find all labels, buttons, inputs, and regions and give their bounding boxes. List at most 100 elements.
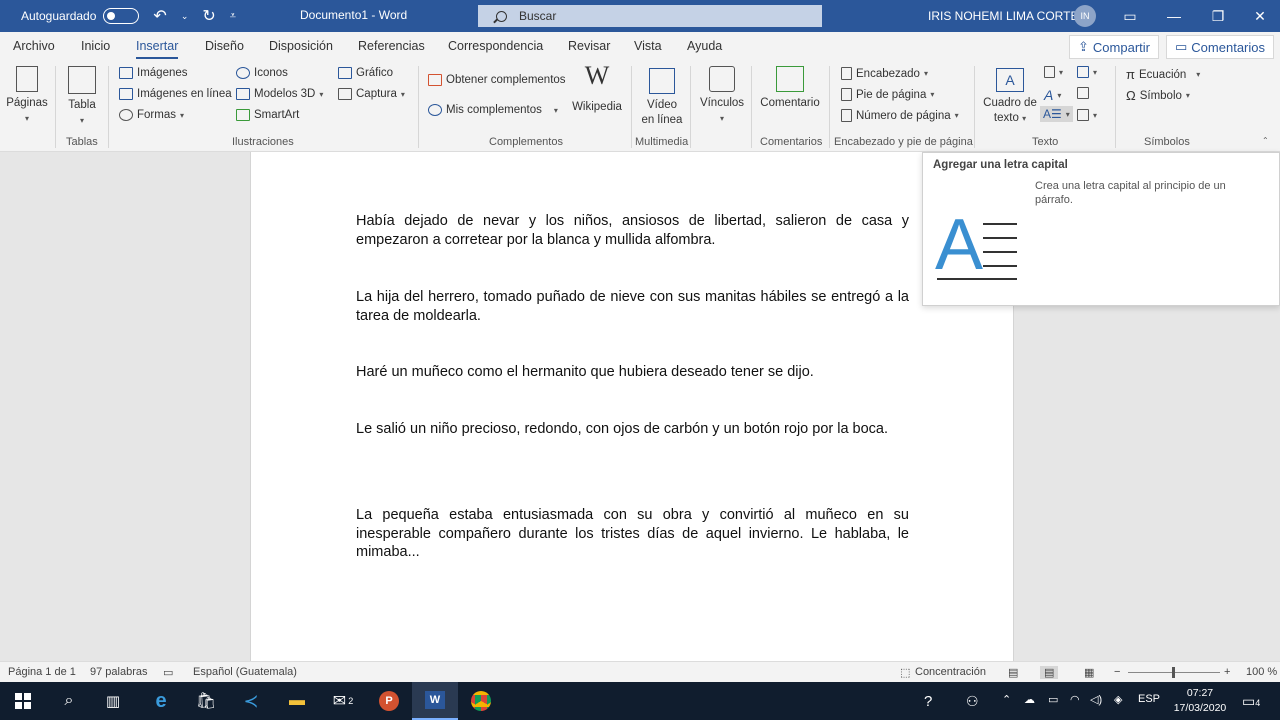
share-button[interactable]: ⇪ Compartir	[1069, 35, 1159, 59]
zoom-out-icon[interactable]: −	[1114, 666, 1120, 678]
word-count[interactable]: 97 palabras	[90, 666, 148, 678]
paragraph[interactable]: Había dejado de nevar y los niños, ansio…	[356, 212, 909, 249]
tab-ayuda[interactable]: Ayuda	[687, 39, 722, 53]
header-icon	[841, 67, 852, 80]
battery-icon[interactable]: ▭	[1048, 693, 1058, 706]
people-icon[interactable]: ⚇	[966, 693, 979, 710]
tab-diseno[interactable]: Diseño	[205, 39, 244, 53]
smartart-button[interactable]: SmartArt	[236, 109, 299, 121]
language-indicator[interactable]: Español (Guatemala)	[193, 666, 297, 678]
tab-insertar[interactable]: Insertar	[136, 39, 179, 59]
comments-button[interactable]: ▭ Comentarios	[1166, 35, 1274, 59]
input-language[interactable]: ESP	[1138, 693, 1160, 705]
autosave-toggle[interactable]: Autoguardado	[21, 8, 140, 24]
dropbox-icon[interactable]: ◈	[1114, 693, 1122, 706]
customize-qat-icon[interactable]: ⩡	[230, 10, 236, 23]
edge-icon[interactable]: e	[138, 682, 184, 720]
vscode-icon[interactable]: ≺	[228, 682, 274, 720]
online-video-button[interactable]: Vídeo en línea	[637, 68, 687, 128]
signature-icon	[1077, 66, 1089, 78]
mail-icon[interactable]: ✉ 2	[320, 682, 366, 720]
new-comment-button[interactable]: Comentario	[757, 66, 823, 111]
undo-dropdown-icon[interactable]: ⌄	[181, 11, 189, 22]
powerpoint-icon[interactable]: P	[366, 682, 412, 720]
minimize-icon[interactable]: —	[1152, 0, 1196, 32]
header-button[interactable]: Encabezado ▾	[841, 67, 928, 80]
volume-icon[interactable]: ◁)	[1090, 693, 1102, 706]
my-addins-button[interactable]: Mis complementos ▾	[428, 104, 558, 116]
tab-inicio[interactable]: Inicio	[81, 39, 110, 53]
page-count[interactable]: Página 1 de 1	[8, 666, 76, 678]
ribbon-display-icon[interactable]: ▭	[1108, 0, 1152, 32]
zoom-level[interactable]: 100 %	[1246, 666, 1277, 678]
show-hidden-icons-icon[interactable]: ⌃	[1002, 693, 1011, 706]
images-label: Imágenes	[137, 67, 188, 79]
document-page[interactable]: Había dejado de nevar y los niños, ansio…	[250, 152, 1014, 661]
online-images-button[interactable]: Imágenes en línea	[119, 88, 232, 100]
tab-vista[interactable]: Vista	[634, 39, 662, 53]
table-button[interactable]: Tabla ▾	[62, 66, 102, 128]
get-addins-button[interactable]: Obtener complementos	[428, 74, 566, 86]
page-number-button[interactable]: Número de página ▾	[841, 109, 959, 122]
print-layout-icon[interactable]: ▤	[1040, 666, 1059, 679]
quick-parts-button[interactable]: ▾	[1044, 66, 1063, 78]
read-mode-icon[interactable]: ▤	[1008, 666, 1018, 679]
task-view-icon[interactable]: ▥	[90, 682, 136, 720]
focus-icon[interactable]: ⬚	[900, 666, 910, 679]
paragraph[interactable]: La hija del herrero, tomado puñado de ni…	[356, 288, 909, 325]
tab-disposicion[interactable]: Disposición	[269, 39, 333, 53]
zoom-slider-thumb[interactable]	[1172, 667, 1175, 678]
search-icon[interactable]: ⌕	[46, 682, 92, 720]
images-button[interactable]: Imágenes	[119, 67, 188, 79]
avatar[interactable]: IN	[1074, 5, 1096, 27]
object-button[interactable]: ▾	[1077, 109, 1097, 121]
collapse-ribbon-icon[interactable]: ⌃	[1262, 136, 1269, 145]
chart-button[interactable]: Gráfico	[338, 67, 393, 79]
wikipedia-button[interactable]: W Wikipedia	[571, 63, 623, 115]
clock[interactable]: 07:27 17/03/2020	[1170, 686, 1230, 716]
group-label-ilustraciones: Ilustraciones	[232, 136, 294, 148]
user-name[interactable]: IRIS NOHEMI LIMA CORTEZ	[928, 9, 1086, 23]
symbol-button[interactable]: Ω Símbolo ▾	[1126, 88, 1190, 103]
web-layout-icon[interactable]: ▦	[1084, 666, 1094, 679]
tab-referencias[interactable]: Referencias	[358, 39, 425, 53]
undo-icon[interactable]: ↶	[153, 6, 166, 26]
search-input[interactable]: Buscar	[478, 5, 822, 27]
redo-icon[interactable]: ↻	[202, 6, 215, 26]
tab-correspondencia[interactable]: Correspondencia	[448, 39, 543, 53]
chrome-icon[interactable]	[458, 682, 504, 720]
paragraph[interactable]: Haré un muñeco como el hermanito que hub…	[356, 363, 909, 382]
restore-icon[interactable]: ❐	[1196, 0, 1240, 32]
proofing-icon[interactable]: ▭	[163, 666, 173, 679]
pages-button[interactable]: Páginas ▾	[6, 66, 48, 126]
word-icon[interactable]: W	[412, 682, 458, 720]
close-icon[interactable]: ✕	[1238, 0, 1280, 32]
3d-models-button[interactable]: Modelos 3D ▾	[236, 88, 323, 100]
drop-cap-button[interactable]: A☰ ▾	[1040, 106, 1073, 122]
notifications-icon[interactable]: ▭4	[1242, 693, 1260, 710]
chevron-down-icon: ▾	[24, 114, 29, 123]
signature-line-button[interactable]: ▾	[1077, 66, 1097, 78]
links-button[interactable]: Vínculos ▾	[697, 66, 747, 126]
paragraph[interactable]: Le salió un niño precioso, redondo, con …	[356, 420, 909, 439]
tab-archivo[interactable]: Archivo	[13, 39, 55, 53]
windows-start-icon[interactable]	[0, 682, 46, 720]
file-explorer-icon[interactable]: ▬	[274, 682, 320, 720]
date-time-button[interactable]	[1077, 87, 1089, 99]
footer-button[interactable]: Pie de página ▾	[841, 88, 934, 101]
zoom-in-icon[interactable]: +	[1224, 666, 1230, 678]
paragraph[interactable]: La pequeña estaba entusiasmada con su ob…	[356, 506, 909, 562]
autosave-switch[interactable]	[103, 8, 140, 24]
icons-button[interactable]: Iconos	[236, 67, 288, 79]
screenshot-button[interactable]: Captura ▾	[338, 88, 405, 100]
store-icon[interactable]: 🛍	[183, 682, 229, 720]
focus-mode-button[interactable]: Concentración	[915, 666, 986, 678]
wordart-button[interactable]: A ▾	[1044, 87, 1061, 103]
wifi-icon[interactable]: ◠	[1070, 693, 1080, 706]
onedrive-icon[interactable]: ☁	[1024, 693, 1035, 706]
text-box-button[interactable]: A Cuadro de texto ▾	[982, 68, 1038, 126]
tab-revisar[interactable]: Revisar	[568, 39, 610, 53]
help-icon[interactable]: ?	[924, 693, 932, 710]
shapes-button[interactable]: Formas ▾	[119, 109, 184, 121]
equation-button[interactable]: π Ecuación ▾	[1126, 67, 1200, 82]
